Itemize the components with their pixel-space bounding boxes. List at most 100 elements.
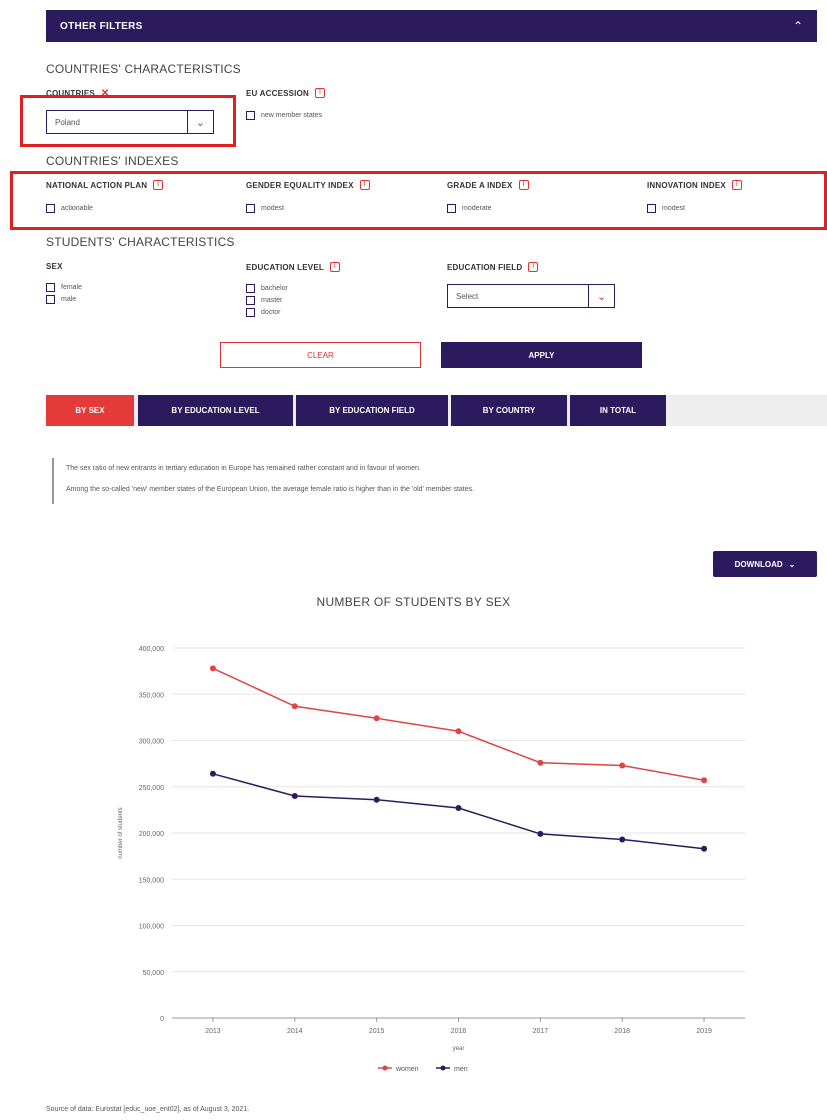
data-point-men	[455, 805, 462, 812]
other-filters-bar[interactable]: OTHER FILTERS ⌃	[46, 10, 817, 42]
y-axis-label: number of students	[118, 807, 124, 858]
data-point-women	[455, 728, 462, 735]
x-tick-label: 2019	[696, 1028, 712, 1035]
info-icon[interactable]: i	[359, 180, 370, 190]
series-line-men	[212, 773, 705, 850]
eu-accession-option[interactable]: new member states	[246, 111, 322, 120]
education-level-option-label: bachelor	[261, 285, 288, 292]
legend-marker-men	[440, 1065, 446, 1071]
data-point-women	[701, 777, 708, 784]
info-note: The sex ratio of new entrants in tertiar…	[52, 458, 792, 504]
info-icon[interactable]: i	[528, 262, 539, 272]
countries-indexes-title: COUNTRIES' INDEXES	[46, 154, 179, 168]
data-point-men	[701, 845, 708, 852]
grade-a-index-option[interactable]: moderate	[447, 204, 492, 213]
x-tick-label: 2016	[451, 1028, 467, 1035]
x-tick-label: 2014	[287, 1028, 303, 1035]
y-tick-label: 400,000	[139, 646, 164, 653]
note-line-1: The sex ratio of new entrants in tertiar…	[66, 465, 421, 472]
checkbox[interactable]	[46, 295, 55, 304]
chevron-down-icon[interactable]: ⌄	[187, 111, 213, 133]
countries-characteristics-title: COUNTRIES' CHARACTERISTICS	[46, 62, 241, 76]
checkbox[interactable]	[46, 283, 55, 292]
tab-by-country[interactable]: BY COUNTRY	[451, 395, 567, 426]
country-select[interactable]: Poland ⌄	[46, 110, 214, 134]
checkbox[interactable]	[246, 204, 255, 213]
national-action-plan-label-text: NATIONAL ACTION PLAN	[46, 180, 148, 190]
tab-by-education-level[interactable]: BY EDUCATION LEVEL	[138, 395, 293, 426]
tab-by-education-field[interactable]: BY EDUCATION FIELD	[296, 395, 448, 426]
data-point-men	[209, 770, 216, 777]
y-tick-label: 0	[160, 1016, 164, 1023]
tab-by-sex[interactable]: BY SEX	[46, 395, 134, 426]
gender-equality-index-label: GENDER EQUALITY INDEX i	[246, 180, 370, 190]
chart-title: NUMBER OF STUDENTS BY SEX	[316, 595, 511, 609]
education-field-label-text: EDUCATION FIELD	[447, 262, 523, 272]
apply-button[interactable]: APPLY	[441, 342, 642, 368]
checkbox[interactable]	[46, 204, 55, 213]
info-icon[interactable]: i	[329, 262, 340, 272]
education-level-option-master[interactable]: master	[246, 296, 282, 305]
education-field-select-value: Select	[456, 291, 479, 301]
education-level-label: EDUCATION LEVEL i	[246, 262, 340, 272]
sex-option-female[interactable]: female	[46, 283, 82, 292]
info-icon[interactable]: i	[315, 88, 326, 98]
note-line-2: Among the so-called 'new' member states …	[66, 486, 475, 494]
y-tick-label: 300,000	[139, 739, 164, 746]
grade-a-index-option-label: moderate	[462, 205, 492, 212]
x-axis-label: year	[453, 1046, 465, 1052]
education-field-select[interactable]: Select ⌄	[447, 284, 615, 308]
gender-equality-index-option-label: modest	[261, 205, 284, 212]
grade-a-index-label-text: GRADE A INDEX	[447, 180, 513, 190]
other-filters-title: OTHER FILTERS	[60, 20, 143, 32]
data-point-men	[537, 830, 544, 837]
y-tick-label: 150,000	[139, 877, 164, 884]
tab-in-total[interactable]: IN TOTAL	[570, 395, 666, 426]
info-icon[interactable]: i	[518, 180, 529, 190]
data-point-women	[537, 759, 544, 766]
checkbox[interactable]	[246, 308, 255, 317]
sex-option-male[interactable]: male	[46, 295, 76, 304]
y-tick-label: 250,000	[139, 785, 164, 792]
eu-accession-label-text: EU ACCESSION	[246, 88, 310, 98]
national-action-plan-option[interactable]: actionable	[46, 204, 93, 213]
sex-label-text: SEX	[46, 262, 63, 271]
checkbox[interactable]	[246, 296, 255, 305]
x-tick-label: 2013	[205, 1028, 221, 1035]
education-level-option-label: master	[261, 297, 283, 304]
checkbox[interactable]	[447, 204, 456, 213]
y-tick-label: 350,000	[139, 692, 164, 699]
checkbox[interactable]	[246, 111, 255, 120]
innovation-index-label-text: INNOVATION INDEX	[647, 180, 726, 190]
x-tick-label: 2015	[369, 1028, 385, 1035]
checkbox[interactable]	[246, 284, 255, 293]
national-action-plan-label: NATIONAL ACTION PLAN i	[46, 180, 164, 190]
gender-equality-index-label-text: GENDER EQUALITY INDEX	[246, 180, 354, 190]
checkbox[interactable]	[647, 204, 656, 213]
country-select-value: Poland	[55, 117, 80, 127]
sex-option-label: female	[61, 284, 83, 291]
chevron-down-icon[interactable]: ⌄	[588, 285, 614, 307]
download-button[interactable]: DOWNLOAD ⌄	[713, 551, 817, 577]
education-level-option-bachelor[interactable]: bachelor	[246, 284, 288, 293]
legend-label-men: men	[454, 1066, 468, 1073]
education-field-label: EDUCATION FIELD i	[447, 262, 539, 272]
education-level-option-doctor[interactable]: doctor	[246, 308, 280, 317]
students-by-sex-chart: 0 50,000 100,000 150,000 200,000 250,000 300,0…	[118, 646, 745, 1073]
students-characteristics-title: STUDENTS' CHARACTERISTICS	[46, 235, 235, 249]
x-tick-label: 2018	[614, 1028, 630, 1035]
y-tick-label: 200,000	[139, 831, 164, 838]
innovation-index-option-label: modest	[662, 205, 685, 212]
info-icon[interactable]: i	[731, 180, 742, 190]
data-point-men	[291, 793, 298, 799]
innovation-index-option[interactable]: modest	[647, 204, 685, 213]
innovation-index-label: INNOVATION INDEX i	[647, 180, 742, 190]
clear-country-icon[interactable]: ✕	[101, 88, 110, 99]
data-point-men	[373, 796, 380, 803]
chevron-up-icon[interactable]: ⌃	[793, 19, 803, 33]
eu-accession-option-label: new member states	[261, 112, 323, 119]
gender-equality-index-option[interactable]: modest	[246, 204, 284, 213]
clear-button[interactable]: CLEAR	[220, 342, 421, 368]
grade-a-index-label: GRADE A INDEX i	[447, 180, 529, 190]
info-icon[interactable]: i	[153, 180, 164, 190]
